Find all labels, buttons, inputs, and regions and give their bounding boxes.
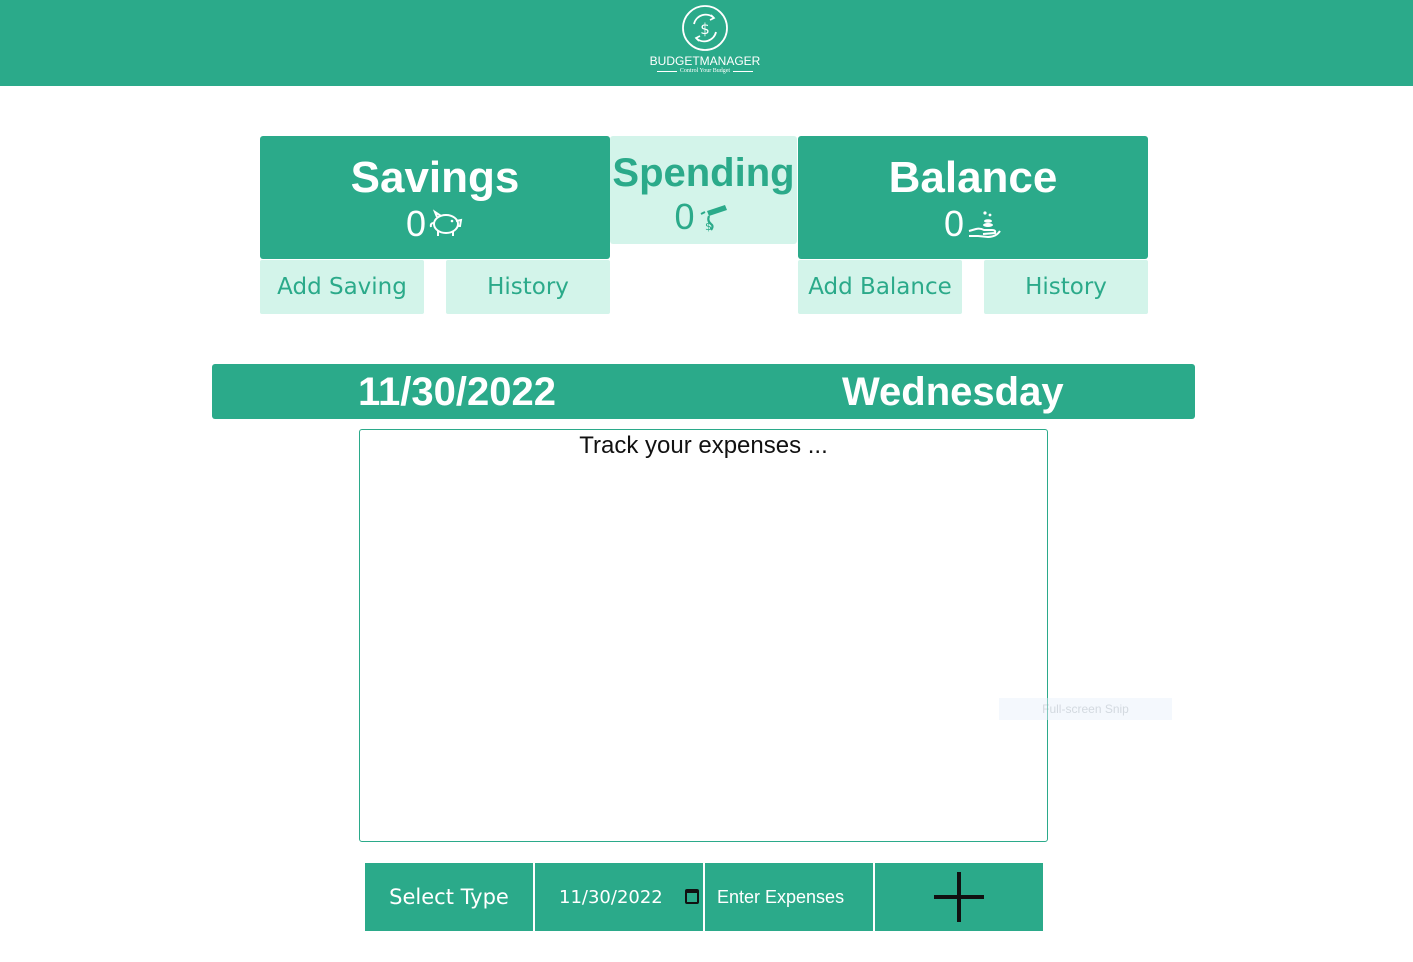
hand-coins-icon — [968, 211, 1001, 239]
balance-card: Balance 0 — [798, 136, 1148, 259]
savings-value-row: 0 — [260, 206, 610, 242]
savings-card: Savings 0 — [260, 136, 610, 259]
expense-form: Select Type 11/30/2022 Enter Expenses — [365, 863, 1043, 931]
brand-name: BUDGETMANAGER — [649, 54, 761, 68]
spending-value-row: 0 $ — [610, 199, 797, 235]
svg-text:$: $ — [700, 20, 710, 38]
current-weekday: Wednesday — [842, 370, 1064, 414]
add-balance-button[interactable]: Add Balance — [798, 260, 962, 314]
plus-icon — [934, 872, 984, 922]
money-flying-icon: $ — [700, 205, 727, 232]
balance-title: Balance — [888, 153, 1058, 202]
spending-value: 0 — [674, 196, 695, 237]
spending-card: Spending 0 $ — [610, 136, 797, 244]
type-select[interactable]: Select Type — [365, 863, 533, 931]
brand-tagline-text: Control Your Budget — [679, 68, 731, 74]
add-saving-button[interactable]: Add Saving — [260, 260, 424, 314]
dollar-circle-icon: $ — [682, 5, 728, 51]
date-bar: 11/30/2022 Wednesday — [212, 364, 1195, 419]
expenses-title: Track your expenses ... — [579, 432, 828, 459]
brand-tagline: Control Your Budget — [640, 68, 770, 74]
spending-title: Spending — [612, 151, 795, 195]
date-input[interactable]: 11/30/2022 — [535, 863, 703, 931]
balance-value: 0 — [943, 203, 965, 244]
top-bar: $ BUDGETMANAGER Control Your Budget — [0, 0, 1413, 86]
add-expense-button[interactable] — [875, 863, 1043, 931]
app-logo[interactable]: $ BUDGETMANAGER Control Your Budget — [640, 4, 770, 80]
balance-history-button[interactable]: History — [984, 260, 1148, 314]
piggy-bank-icon — [429, 209, 463, 236]
savings-history-button[interactable]: History — [446, 260, 610, 314]
expenses-list[interactable]: Track your expenses ... — [359, 429, 1048, 842]
savings-title: Savings — [350, 153, 520, 202]
date-input-value: 11/30/2022 — [559, 886, 663, 908]
svg-text:$: $ — [705, 220, 712, 232]
savings-value: 0 — [405, 203, 427, 244]
expense-amount-input[interactable]: Enter Expenses — [705, 863, 873, 931]
balance-value-row: 0 — [798, 206, 1148, 242]
snip-overlay: Full-screen Snip — [999, 698, 1172, 720]
calendar-icon[interactable] — [685, 889, 699, 904]
current-date: 11/30/2022 — [358, 370, 556, 414]
